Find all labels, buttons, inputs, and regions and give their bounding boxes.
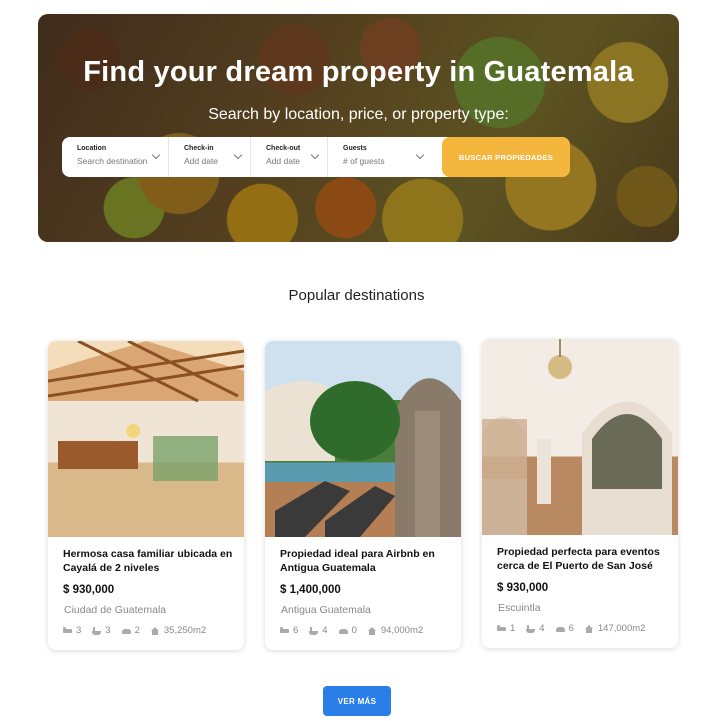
property-title[interactable]: Hermosa casa familiar ubicada en Cayalá … xyxy=(63,547,234,575)
hero-title: Find your dream property in Guatemala xyxy=(83,56,634,88)
parking-count: 6 xyxy=(568,623,574,634)
checkin-input[interactable]: Add date xyxy=(184,156,250,166)
beds-count: 1 xyxy=(510,623,516,634)
section-title: Popular destinations xyxy=(288,287,425,304)
location-field[interactable]: Location Search destination xyxy=(62,137,169,177)
home-icon xyxy=(584,624,594,633)
property-price: $ 930,000 xyxy=(497,582,549,594)
bed-icon xyxy=(280,626,289,635)
property-image[interactable] xyxy=(48,341,244,537)
checkout-label: Check-out xyxy=(266,145,301,152)
baths-count: 4 xyxy=(322,625,328,636)
car-icon xyxy=(121,627,131,635)
beds-count: 3 xyxy=(76,625,82,636)
property-price: $ 930,000 xyxy=(63,584,115,596)
parking-count: 0 xyxy=(351,625,357,636)
checkin-field[interactable]: Check-in Add date xyxy=(169,137,251,177)
checkout-field[interactable]: Check-out Add date xyxy=(251,137,328,177)
search-button[interactable]: BUSCAR PROPIEDADES xyxy=(442,137,570,177)
property-location: Antigua Guatemala xyxy=(281,604,371,616)
car-icon xyxy=(338,627,348,635)
property-image[interactable] xyxy=(482,339,678,535)
baths-count: 3 xyxy=(105,625,111,636)
bath-icon xyxy=(309,626,319,635)
property-card[interactable]: Propiedad ideal para Airbnb en Antigua G… xyxy=(265,341,461,650)
bath-icon xyxy=(92,626,102,635)
area-value: 94,000m2 xyxy=(380,625,424,636)
checkout-input[interactable]: Add date xyxy=(266,156,327,166)
home-icon xyxy=(367,626,377,635)
property-features: 6 4 0 94,000m2 xyxy=(280,625,429,636)
bath-icon xyxy=(526,624,536,633)
area-value: 35,250m2 xyxy=(163,625,207,636)
property-location: Escuintla xyxy=(498,602,541,614)
hero-subtitle: Search by location, price, or property t… xyxy=(208,106,509,123)
property-title[interactable]: Propiedad perfecta para eventos cerca de… xyxy=(497,545,668,573)
property-price: $ 1,400,000 xyxy=(280,584,341,596)
property-features: 3 3 2 35,250m2 xyxy=(63,625,212,636)
baths-count: 4 xyxy=(539,623,545,634)
property-title[interactable]: Propiedad ideal para Airbnb en Antigua G… xyxy=(280,547,451,575)
property-features: 1 4 6 147,000m2 xyxy=(497,623,651,634)
bed-icon xyxy=(63,626,72,635)
beds-count: 6 xyxy=(293,625,299,636)
parking-count: 2 xyxy=(134,625,140,636)
home-icon xyxy=(150,626,160,635)
checkin-label: Check-in xyxy=(184,145,214,152)
bed-icon xyxy=(497,624,506,633)
property-card[interactable]: Hermosa casa familiar ubicada en Cayalá … xyxy=(48,341,244,650)
property-image[interactable] xyxy=(265,341,461,537)
hero-banner: Find your dream property in Guatemala Se… xyxy=(38,14,679,242)
area-value: 147,000m2 xyxy=(597,623,646,634)
property-card[interactable]: Propiedad perfecta para eventos cerca de… xyxy=(482,339,678,648)
car-icon xyxy=(555,625,565,633)
guests-field[interactable]: Guests # of guests xyxy=(328,137,432,177)
property-location: Ciudad de Guatemala xyxy=(64,604,167,616)
ver-mas-button[interactable]: VER MÁS xyxy=(323,686,391,716)
